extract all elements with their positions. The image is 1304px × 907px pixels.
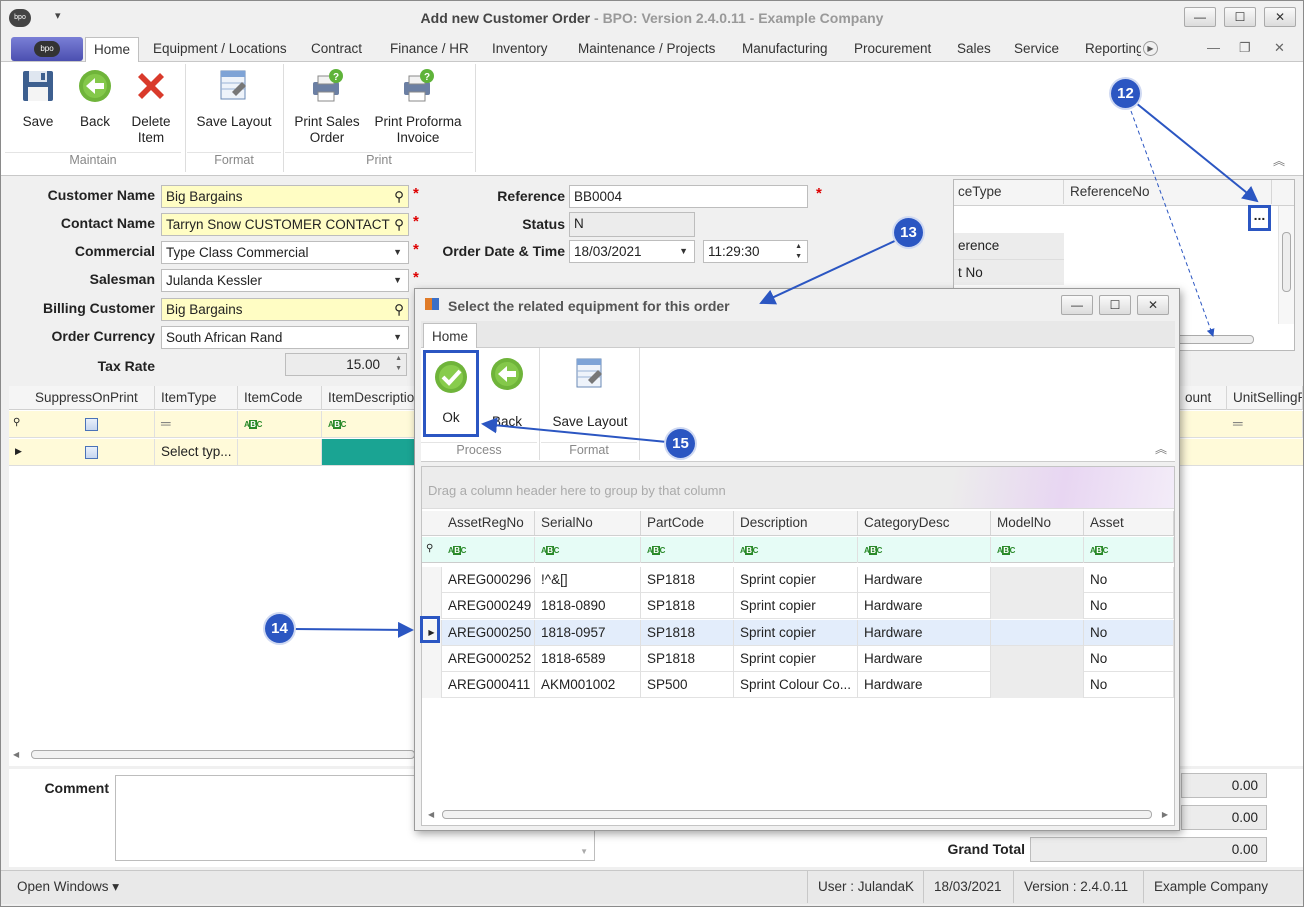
callout-arrows <box>292 102 1259 638</box>
status-version: Version : 2.4.0.11 <box>1013 871 1138 903</box>
callout-15: 15 <box>666 429 695 458</box>
callout-13: 13 <box>894 218 923 247</box>
callout-14: 14 <box>265 614 294 643</box>
status-user: User : JulandaK <box>807 871 924 903</box>
callout-12: 12 <box>1111 79 1140 108</box>
status-date: 18/03/2021 <box>923 871 1012 903</box>
status-company: Example Company <box>1143 871 1278 903</box>
status-bar: Open Windows ▾ User : JulandaK 18/03/202… <box>1 870 1303 904</box>
row-selector-highlight <box>420 616 440 643</box>
open-windows-button[interactable]: Open Windows ▾ <box>7 871 129 903</box>
